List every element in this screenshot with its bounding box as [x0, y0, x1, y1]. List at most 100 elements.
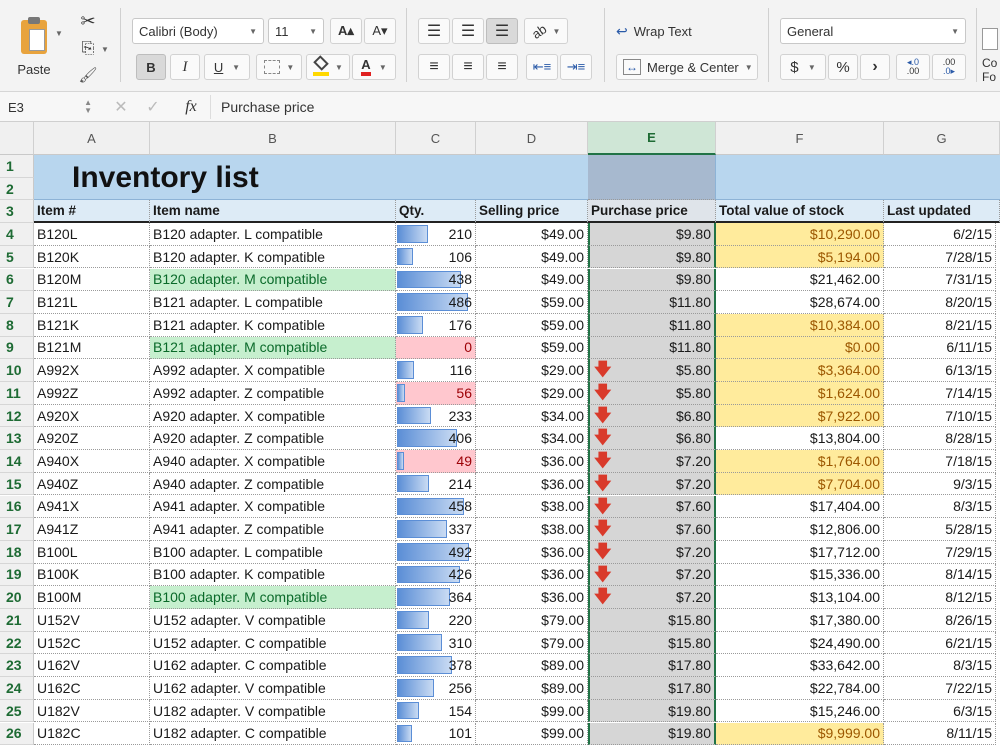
- quantity-cell[interactable]: 364: [396, 586, 476, 609]
- item-name-cell[interactable]: A940 adapter. Z compatible: [150, 472, 396, 496]
- increase-indent-button[interactable]: ⇥≡: [560, 54, 592, 80]
- last-updated-cell[interactable]: 7/28/15: [884, 245, 996, 269]
- orientation-button[interactable]: ab ▼: [524, 18, 568, 44]
- column-title-5[interactable]: Purchase price: [588, 200, 716, 224]
- merge-center-button[interactable]: ↔ Merge & Center ▼: [616, 54, 758, 80]
- wrap-text-button[interactable]: ↩ Wrap Text: [616, 18, 716, 44]
- item-name-cell[interactable]: B120 adapter. K compatible: [150, 245, 396, 269]
- purchase-price-cell[interactable]: 🡇 $6.80: [588, 427, 716, 451]
- quantity-cell[interactable]: 176: [396, 313, 476, 337]
- row-header-11[interactable]: 11: [0, 382, 34, 405]
- cut-icon[interactable]: ✂: [76, 10, 100, 32]
- last-updated-cell[interactable]: 7/18/15: [884, 450, 996, 473]
- item-number-cell[interactable]: B100K: [34, 563, 150, 587]
- number-format-select[interactable]: General ▼: [780, 18, 966, 44]
- item-name-cell[interactable]: U162 adapter. V compatible: [150, 677, 396, 700]
- selling-price-cell[interactable]: $49.00: [476, 223, 588, 246]
- total-value-cell[interactable]: $24,490.00: [716, 631, 884, 655]
- total-value-cell[interactable]: $12,806.00: [716, 518, 884, 541]
- selling-price-cell[interactable]: $79.00: [476, 609, 588, 632]
- item-number-cell[interactable]: B121L: [34, 291, 150, 314]
- total-value-cell[interactable]: $13,104.00: [716, 586, 884, 609]
- item-name-cell[interactable]: B100 adapter. L compatible: [150, 540, 396, 564]
- purchase-price-cell[interactable]: 🡇 $7.20: [588, 586, 716, 609]
- column-title-1[interactable]: Item #: [34, 200, 150, 224]
- item-number-cell[interactable]: B120L: [34, 223, 150, 246]
- total-value-cell[interactable]: $10,384.00: [716, 313, 884, 337]
- quantity-cell[interactable]: 458: [396, 495, 476, 519]
- row-header-21[interactable]: 21: [0, 609, 34, 632]
- item-name-cell[interactable]: A992 adapter. X compatible: [150, 359, 396, 382]
- column-header-c[interactable]: C: [396, 122, 476, 155]
- total-value-cell[interactable]: $17,712.00: [716, 540, 884, 564]
- item-name-cell[interactable]: B121 adapter. K compatible: [150, 313, 396, 337]
- item-number-cell[interactable]: U182V: [34, 699, 150, 723]
- selling-price-cell[interactable]: $36.00: [476, 563, 588, 587]
- row-header-20[interactable]: 20: [0, 586, 34, 609]
- item-name-cell[interactable]: A920 adapter. X compatible: [150, 404, 396, 428]
- item-number-cell[interactable]: U162C: [34, 677, 150, 700]
- currency-button[interactable]: $ ▼: [780, 54, 826, 80]
- row-header-8[interactable]: 8: [0, 313, 34, 337]
- selling-price-cell[interactable]: $34.00: [476, 427, 588, 451]
- quantity-cell[interactable]: 426: [396, 563, 476, 587]
- column-header-e[interactable]: E: [588, 122, 716, 155]
- row-header-15[interactable]: 15: [0, 472, 34, 496]
- decrease-font-button[interactable]: A▾: [364, 18, 396, 44]
- row-header-5[interactable]: 5: [0, 245, 34, 269]
- quantity-cell[interactable]: 220: [396, 609, 476, 632]
- purchase-price-cell[interactable]: $15.80: [588, 609, 716, 632]
- total-value-cell[interactable]: $28,674.00: [716, 291, 884, 314]
- item-name-cell[interactable]: U182 adapter. V compatible: [150, 699, 396, 723]
- quantity-cell[interactable]: 378: [396, 654, 476, 678]
- last-updated-cell[interactable]: 7/22/15: [884, 677, 996, 700]
- row-header-25[interactable]: 25: [0, 699, 34, 723]
- selling-price-cell[interactable]: $59.00: [476, 336, 588, 360]
- purchase-price-cell[interactable]: 🡇 $7.60: [588, 495, 716, 519]
- align-right-button[interactable]: ≡: [486, 54, 518, 80]
- align-bottom-button[interactable]: ☰: [486, 18, 518, 44]
- last-updated-cell[interactable]: 5/28/15: [884, 518, 996, 541]
- item-name-cell[interactable]: B100 adapter. K compatible: [150, 563, 396, 587]
- row-header-12[interactable]: 12: [0, 404, 34, 428]
- item-name-cell[interactable]: U152 adapter. V compatible: [150, 609, 396, 632]
- last-updated-cell[interactable]: 8/21/15: [884, 313, 996, 337]
- selling-price-cell[interactable]: $99.00: [476, 699, 588, 723]
- column-header-g[interactable]: G: [884, 122, 1000, 155]
- row-header-26[interactable]: 26: [0, 722, 34, 746]
- last-updated-cell[interactable]: 6/13/15: [884, 359, 996, 382]
- last-updated-cell[interactable]: 8/14/15: [884, 563, 996, 587]
- total-value-cell[interactable]: $17,380.00: [716, 609, 884, 632]
- font-color-button[interactable]: A ▼: [352, 54, 396, 80]
- row-header-7[interactable]: 7: [0, 291, 34, 314]
- purchase-price-cell[interactable]: 🡇 $7.20: [588, 540, 716, 564]
- item-number-cell[interactable]: A941X: [34, 495, 150, 519]
- selling-price-cell[interactable]: $36.00: [476, 450, 588, 473]
- column-header-a[interactable]: A: [34, 122, 150, 155]
- total-value-cell[interactable]: $21,462.00: [716, 268, 884, 292]
- row-header-9[interactable]: 9: [0, 336, 34, 360]
- borders-button[interactable]: ▼: [256, 54, 302, 80]
- last-updated-cell[interactable]: 8/11/15: [884, 722, 996, 746]
- purchase-price-cell[interactable]: $15.80: [588, 631, 716, 655]
- total-value-cell[interactable]: $13,804.00: [716, 427, 884, 451]
- row-header-19[interactable]: 19: [0, 563, 34, 587]
- total-value-cell[interactable]: $17,404.00: [716, 495, 884, 519]
- row-header-18[interactable]: 18: [0, 540, 34, 564]
- item-name-cell[interactable]: U152 adapter. C compatible: [150, 631, 396, 655]
- decrease-decimal-button[interactable]: .00 .0▸: [932, 54, 966, 80]
- selling-price-cell[interactable]: $29.00: [476, 359, 588, 382]
- font-name-select[interactable]: Calibri (Body) ▼: [132, 18, 264, 44]
- row-header-14[interactable]: 14: [0, 450, 34, 473]
- item-name-cell[interactable]: A941 adapter. X compatible: [150, 495, 396, 519]
- copy-dropdown-icon[interactable]: ▼: [100, 44, 110, 54]
- row-header-10[interactable]: 10: [0, 359, 34, 382]
- column-title-7[interactable]: Last updated: [884, 200, 1000, 224]
- quantity-cell[interactable]: 154: [396, 699, 476, 723]
- last-updated-cell[interactable]: 8/20/15: [884, 291, 996, 314]
- quantity-cell[interactable]: 438: [396, 268, 476, 292]
- purchase-price-cell[interactable]: $17.80: [588, 677, 716, 700]
- selling-price-cell[interactable]: $36.00: [476, 586, 588, 609]
- quantity-cell[interactable]: 49: [396, 450, 476, 473]
- purchase-price-cell[interactable]: $11.80: [588, 291, 716, 314]
